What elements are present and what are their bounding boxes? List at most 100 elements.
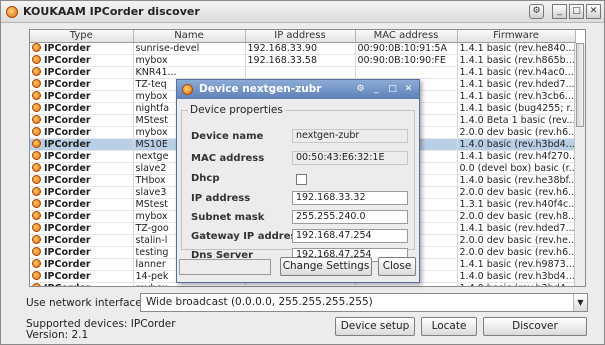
- device-name-label: Device name: [191, 131, 264, 142]
- close-icon[interactable]: ✕: [586, 4, 601, 19]
- dhcp-checkbox[interactable]: [296, 174, 307, 185]
- dialog-close-icon[interactable]: ✕: [402, 83, 415, 96]
- device-name-cell: mybox: [133, 54, 246, 67]
- column-header-type[interactable]: Type: [30, 30, 134, 43]
- network-interface-label: Use network interface: [26, 297, 142, 309]
- change-settings-button[interactable]: Change Settings: [280, 257, 372, 276]
- discover-button[interactable]: Discover: [483, 317, 587, 336]
- app-logo-icon: [6, 6, 18, 18]
- device-icon: [32, 66, 41, 76]
- table-scrollbar[interactable]: [574, 43, 585, 286]
- device-icon: [32, 114, 41, 124]
- firmware-cell: 1.4.0 Beta 1 basic (rev...: [457, 114, 576, 127]
- minimize-icon[interactable]: _: [552, 4, 567, 19]
- maximize-icon[interactable]: □: [569, 4, 584, 19]
- firmware-cell: 1.3.1 basic (rev.h40f4c...: [457, 198, 576, 211]
- device-icon: [32, 270, 41, 280]
- firmware-cell: 1.4.0 basic (rev.h3bd4...: [457, 282, 576, 286]
- device-type-text: IPCorder: [44, 162, 91, 174]
- device-type-text: IPCorder: [44, 138, 91, 150]
- supported-devices-info: Supported devices: IPCorder Version: 2.1: [26, 319, 176, 341]
- device-icon: [32, 246, 41, 256]
- dialog-title-bar[interactable]: Device nextgen-zubr ⚙ _ □ ✕: [177, 80, 419, 99]
- device-type-cell: IPCorder: [30, 54, 134, 67]
- device-type-text: IPCorder: [44, 246, 91, 258]
- firmware-cell: 1.4.1 basic (rev.h3cb6...: [457, 90, 576, 103]
- column-header-mac[interactable]: MAC address: [355, 30, 458, 43]
- device-type-text: IPCorder: [44, 66, 91, 78]
- device-type-cell: IPCorder: [30, 90, 134, 103]
- table-row[interactable]: IPCorder sunrise-devel 192.168.33.90 00:90:…: [30, 42, 576, 55]
- device-type-cell: IPCorder: [30, 186, 134, 199]
- dialog-settings-icon[interactable]: ⚙: [354, 83, 367, 96]
- network-interface-select[interactable]: Wide broadcast (0.0.0.0, 255.255.255.255…: [140, 293, 588, 312]
- column-header-name[interactable]: Name: [133, 30, 246, 43]
- device-icon: [32, 258, 41, 268]
- device-type-cell: IPCorder: [30, 222, 134, 235]
- device-type-text: IPCorder: [44, 54, 91, 66]
- firmware-cell: 2.0.0 dev basic (rev.he...: [457, 234, 576, 247]
- device-type-text: IPCorder: [44, 258, 91, 270]
- device-type-cell: IPCorder: [30, 234, 134, 247]
- firmware-cell: 1.4.1 basic (rev.h865b...: [457, 54, 576, 67]
- dialog-logo-icon: [182, 84, 193, 95]
- firmware-cell: 1.4.0 basic (rev.he38bf...: [457, 174, 576, 187]
- scrollbar-thumb[interactable]: [576, 43, 584, 127]
- mac-address-field: 00:50:43:E6:32:1E: [292, 151, 408, 165]
- device-type-text: IPCorder: [44, 78, 91, 90]
- device-setup-button[interactable]: Device setup: [335, 317, 415, 336]
- device-type-text: IPCorder: [44, 90, 91, 102]
- settings-icon[interactable]: ⚙: [529, 4, 544, 19]
- table-row[interactable]: IPCorder mybox 192.168.33.58 00:90:0B:10:90…: [30, 54, 576, 67]
- firmware-cell: 2.0.0 dev basic (rev.h6...: [457, 186, 576, 199]
- mac-address-cell: 00:90:0B:10:91:5A: [355, 42, 458, 55]
- device-type-cell: IPCorder: [30, 78, 134, 91]
- ip-address-input[interactable]: 192.168.33.32: [292, 191, 408, 205]
- subnet-mask-input[interactable]: 255.255.240.0: [292, 210, 408, 224]
- device-dialog: Device nextgen-zubr ⚙ _ □ ✕ Device prope…: [176, 79, 420, 283]
- device-type-cell: IPCorder: [30, 198, 134, 211]
- firmware-cell: 1.4.1 basic (bug4255; r...: [457, 102, 576, 115]
- dialog-minimize-icon[interactable]: _: [370, 83, 383, 96]
- ip-address-cell: [245, 66, 356, 79]
- column-header-firmware[interactable]: Firmware: [457, 30, 576, 43]
- device-type-text: IPCorder: [44, 283, 91, 287]
- device-icon: [32, 174, 41, 184]
- device-icon: [32, 198, 41, 208]
- title-bar[interactable]: KOUKAAM IPCorder discover ⚙ _ □ ✕: [1, 1, 604, 23]
- dialog-window-controls: ⚙ _ □ ✕: [354, 83, 415, 96]
- device-type-text: IPCorder: [44, 186, 91, 198]
- device-icon: [32, 210, 41, 220]
- firmware-cell: 1.4.1 basic (rev.he840...: [457, 42, 576, 55]
- network-interface-value: Wide broadcast (0.0.0.0, 255.255.255.255…: [146, 296, 373, 308]
- gateway-input[interactable]: 192.168.47.254: [292, 229, 408, 243]
- device-type-cell: IPCorder: [30, 258, 134, 271]
- column-header-ip[interactable]: IP address: [245, 30, 356, 43]
- close-button[interactable]: Close: [378, 257, 416, 276]
- device-type-cell: IPCorder: [30, 126, 134, 139]
- device-type-text: IPCorder: [44, 234, 91, 246]
- device-type-cell: IPCorder: [30, 174, 134, 187]
- subnet-mask-label: Subnet mask: [191, 212, 265, 223]
- device-icon: [32, 150, 41, 160]
- device-type-text: IPCorder: [44, 114, 91, 126]
- firmware-cell: 2.0.0 dev basic (rev.h6...: [457, 126, 576, 139]
- device-type-text: IPCorder: [44, 42, 91, 54]
- firmware-cell: 1.4.1 basic (rev.h4ac0...: [457, 66, 576, 79]
- table-row[interactable]: IPCorder KNR41... 1.4.1 basic (rev.h4ac0..…: [30, 66, 576, 79]
- device-type-cell: IPCorder: [30, 42, 134, 55]
- device-name-field: nextgen-zubr: [292, 129, 408, 143]
- device-icon: [32, 222, 41, 232]
- locate-button[interactable]: Locate: [421, 317, 477, 336]
- ip-address-label: IP address: [191, 193, 251, 204]
- device-type-text: IPCorder: [44, 126, 91, 138]
- dialog-maximize-icon[interactable]: □: [386, 83, 399, 96]
- table-header: Type Name IP address MAC address Firmwar…: [30, 30, 576, 43]
- device-type-cell: IPCorder: [30, 282, 134, 287]
- device-name-cell: KNR41...: [133, 66, 246, 79]
- device-icon: [32, 42, 41, 52]
- device-type-text: IPCorder: [44, 210, 91, 222]
- device-type-text: IPCorder: [44, 198, 91, 210]
- device-properties-group: Device properties Device name nextgen-zu…: [181, 104, 415, 262]
- chevron-down-icon[interactable]: ▼: [573, 294, 587, 311]
